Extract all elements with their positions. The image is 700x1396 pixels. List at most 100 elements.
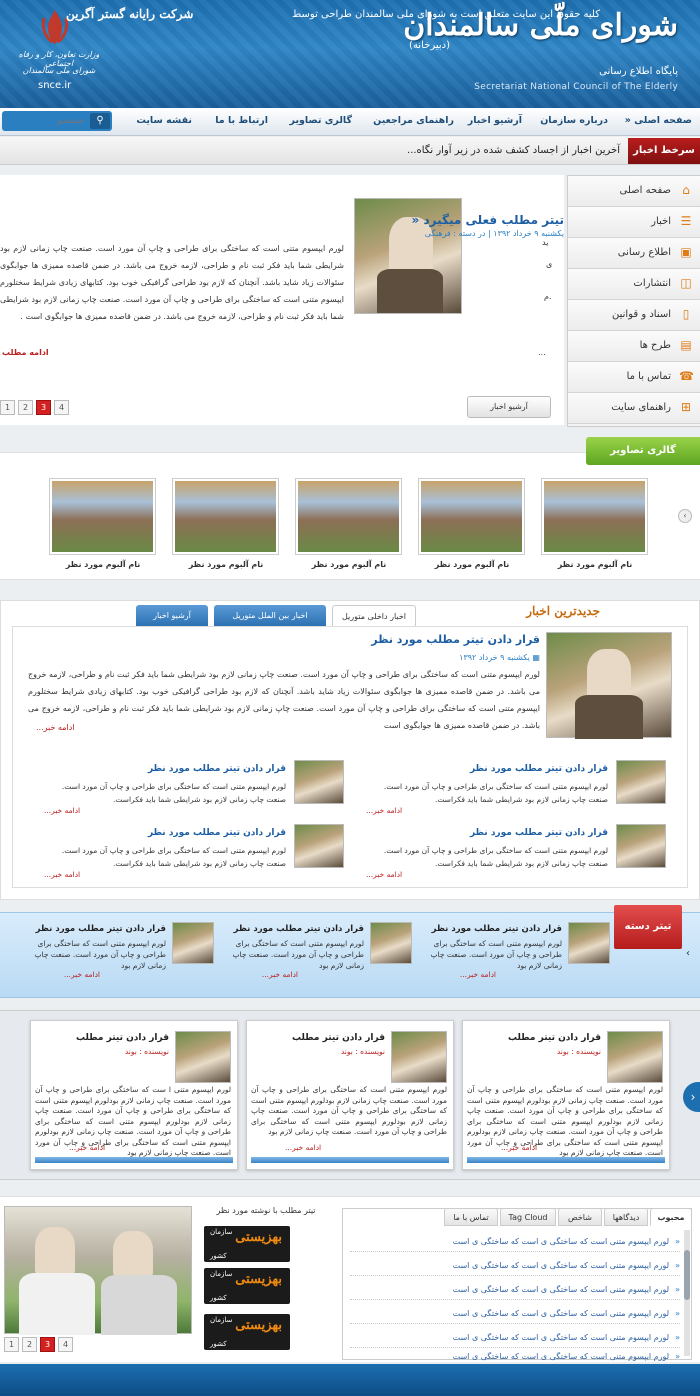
list-item[interactable]: « لورم ایپسوم متنی است که ساختگی ی است که… [350,1352,680,1362]
category-item[interactable]: قرار دادن تیتر مطلب مورد نظر لورم ایپسوم… [420,920,610,990]
category-item-more[interactable]: ادامه خبر... [460,970,496,979]
featured-read-more[interactable]: ادامه مطلب [2,348,49,357]
gallery-thumb[interactable] [418,478,525,555]
search-icon[interactable]: ⚲ [90,113,110,129]
news-item-more[interactable]: ادامه خبر... [44,806,80,815]
author-card-more[interactable]: ادامه خبر... [501,1143,537,1152]
home-icon: ⌂ [682,183,690,197]
category-item-title[interactable]: قرار دادن تیتر مطلب مورد نظر [234,924,364,934]
list-item[interactable]: « لورم ایپسوم متنی است که ساختگی ی است که… [350,1304,680,1324]
sidebar-item-news[interactable]: ☰ اخبار [568,207,700,238]
gallery-caption[interactable]: نام آلبوم مورد نظر [541,560,649,569]
sidebar-item-documents[interactable]: ▯ اسناد و قوانین [568,300,700,331]
news-item-more[interactable]: ادامه خبر... [366,870,402,879]
category-item-more[interactable]: ادامه خبر... [262,970,298,979]
featured-meta: یکشنبه ۹ خرداد ۱۳۹۲ | در دسته : فرهنگی [424,229,564,238]
author-card-title[interactable]: قرار دادن تیتر مطلب [508,1033,601,1043]
category-item[interactable]: قرار دادن تیتر مطلب مورد نظر لورم ایپسوم… [24,920,214,990]
tab-popular[interactable]: محبوب [650,1208,692,1226]
news-item[interactable]: قرار دادن تیتر مطلب مورد نظر لورم ایپسوم… [366,760,666,820]
gallery-caption[interactable]: نام آلبوم مورد نظر [295,560,403,569]
slide-page-4[interactable]: 4 [58,1337,73,1352]
page-3-active[interactable]: 3 [36,400,51,415]
tab-tag-cloud[interactable]: Tag Cloud [500,1208,556,1226]
news-item-title[interactable]: قرار دادن تیتر مطلب مورد نظر [470,828,608,838]
author-card-title[interactable]: قرار دادن تیتر مطلب [76,1033,169,1043]
gallery-thumb[interactable] [295,478,402,555]
gallery-thumb[interactable] [541,478,648,555]
news-item-more[interactable]: ادامه خبر... [366,806,402,815]
news-item[interactable]: قرار دادن تیتر مطلب مورد نظر لورم ایپسوم… [366,824,666,884]
lead-read-more[interactable]: ادامه خبر... [36,723,75,732]
behzisti-banner[interactable]: سازمان بهزیستی کشور [204,1226,290,1262]
nav-gallery[interactable]: گالری تصاویر [290,115,352,126]
behzisti-banner[interactable]: سازمان بهزیستی کشور [204,1268,290,1304]
category-prev-arrow-icon[interactable]: ‹ [686,948,690,959]
author-card[interactable]: قرار دادن تیتر مطلب نویسنده : بوند لورم … [246,1020,454,1170]
list-item[interactable]: « لورم ایپسوم متنی است که ساختگی ی است که… [350,1232,680,1252]
tab-news-archive[interactable]: آرشیو اخبار [136,605,208,627]
author-card-more[interactable]: ادامه خبر... [285,1143,321,1152]
gallery-thumb[interactable] [49,478,156,555]
author-card[interactable]: قرار دادن تیتر مطلب نویسنده : بوند لورم … [462,1020,670,1170]
list-scrollbar-thumb[interactable] [684,1250,690,1300]
page-4[interactable]: 4 [54,400,69,415]
sidebar-item-info[interactable]: ▣ اطلاع رسانی [568,238,700,269]
news-item[interactable]: قرار دادن تیتر مطلب مورد نظر لورم ایپسوم… [44,824,344,884]
nav-guide[interactable]: راهنمای مراجعین [373,115,454,126]
author-card[interactable]: قرار دادن تیتر مطلب نویسنده : بوند لورم … [30,1020,238,1170]
sidebar-item-home[interactable]: ⌂ صفحه اصلی [568,176,700,207]
news-item-more[interactable]: ادامه خبر... [44,870,80,879]
list-item[interactable]: « لورم ایپسوم متنی است که ساختگی ی است که… [350,1256,680,1276]
category-item[interactable]: قرار دادن تیتر مطلب مورد نظر لورم ایپسوم… [222,920,412,990]
gallery-thumb[interactable] [172,478,279,555]
gallery-caption[interactable]: نام آلبوم مورد نظر [49,560,157,569]
archive-button[interactable]: آرشیو اخبار [467,396,551,418]
news-item-title[interactable]: قرار دادن تیتر مطلب مورد نظر [148,764,286,774]
slide-page-2[interactable]: 2 [22,1337,37,1352]
gallery-caption[interactable]: نام آلبوم مورد نظر [418,560,526,569]
gallery-caption[interactable]: نام آلبوم مورد نظر [172,560,280,569]
featured-title[interactable]: تیتر مطلب فعلی میگیرد « [412,213,564,227]
page-1[interactable]: 1 [0,400,15,415]
nav-news-archive[interactable]: آرشیو اخبار [468,115,522,126]
ticker-headline[interactable]: آخرین اخبار از اجساد کشف شده در زیر آوار… [407,145,620,156]
sidebar-item-sitemap[interactable]: ⊞ راهنمای سایت [568,393,700,424]
sidebar-item-plans[interactable]: ▤ طرح ها [568,331,700,362]
category-item-title[interactable]: قرار دادن تیتر مطلب مورد نظر [432,924,562,934]
lead-news-image[interactable] [546,632,672,739]
page-2[interactable]: 2 [18,400,33,415]
tab-contact-us[interactable]: تماس با ما [444,1208,498,1226]
nav-about[interactable]: درباره سازمان [540,115,608,126]
author-name: نویسنده : بوند [124,1047,169,1056]
sidebar-item-contact[interactable]: ☎ تماس با ما [568,362,700,393]
author-card-title[interactable]: قرار دادن تیتر مطلب [292,1033,385,1043]
gallery-prev-arrow-icon[interactable]: ‹ [678,509,692,523]
behzisti-banner[interactable]: سازمان بهزیستی کشور [204,1314,290,1350]
gallery-tab[interactable]: گالری تصاویر [586,437,700,465]
list-item[interactable]: « لورم ایپسوم متنی است که ساختگی ی است که… [350,1328,680,1348]
news-item-title[interactable]: قرار دادن تیتر مطلب مورد نظر [148,828,286,838]
slide-page-3-active[interactable]: 3 [40,1337,55,1352]
news-item[interactable]: قرار دادن تیتر مطلب مورد نظر لورم ایپسوم… [44,760,344,820]
tab-comments[interactable]: دیدگاهها [604,1208,648,1226]
list-item[interactable]: « لورم ایپسوم متنی است که ساختگی ی است که… [350,1280,680,1300]
news-item-title[interactable]: قرار دادن تیتر مطلب مورد نظر [470,764,608,774]
category-item-title[interactable]: قرار دادن تیتر مطلب مورد نظر [36,924,166,934]
sidebar-item-publications[interactable]: ◫ انتشارات [568,269,700,300]
nav-contact[interactable]: ارتباط با ما [215,115,268,126]
tab-internal-news[interactable]: اخبار داخلی متوریل [332,605,416,627]
nav-sitemap[interactable]: نقشه سایت [136,115,192,126]
author-card-more[interactable]: ادامه خبر... [69,1143,105,1152]
council-name: شورای ملی سالمندان [22,66,96,75]
nav-home[interactable]: صفحه اصلی « [625,115,692,126]
tab-featured[interactable]: شاخص [558,1208,602,1226]
category-item-more[interactable]: ادامه خبر... [64,970,100,979]
gallery-photo [175,481,276,552]
search-input[interactable] [4,113,88,129]
footer-company-link[interactable]: شرکت رایانه گستر آگرین [66,7,193,21]
slide-page-1[interactable]: 1 [4,1337,19,1352]
tab-international-news[interactable]: اخبار بین الملل متوریل [214,605,326,627]
lead-news-title[interactable]: قرار دادن تیتر مطلب مورد نظر [371,633,540,646]
slideshow-image[interactable] [4,1206,192,1335]
